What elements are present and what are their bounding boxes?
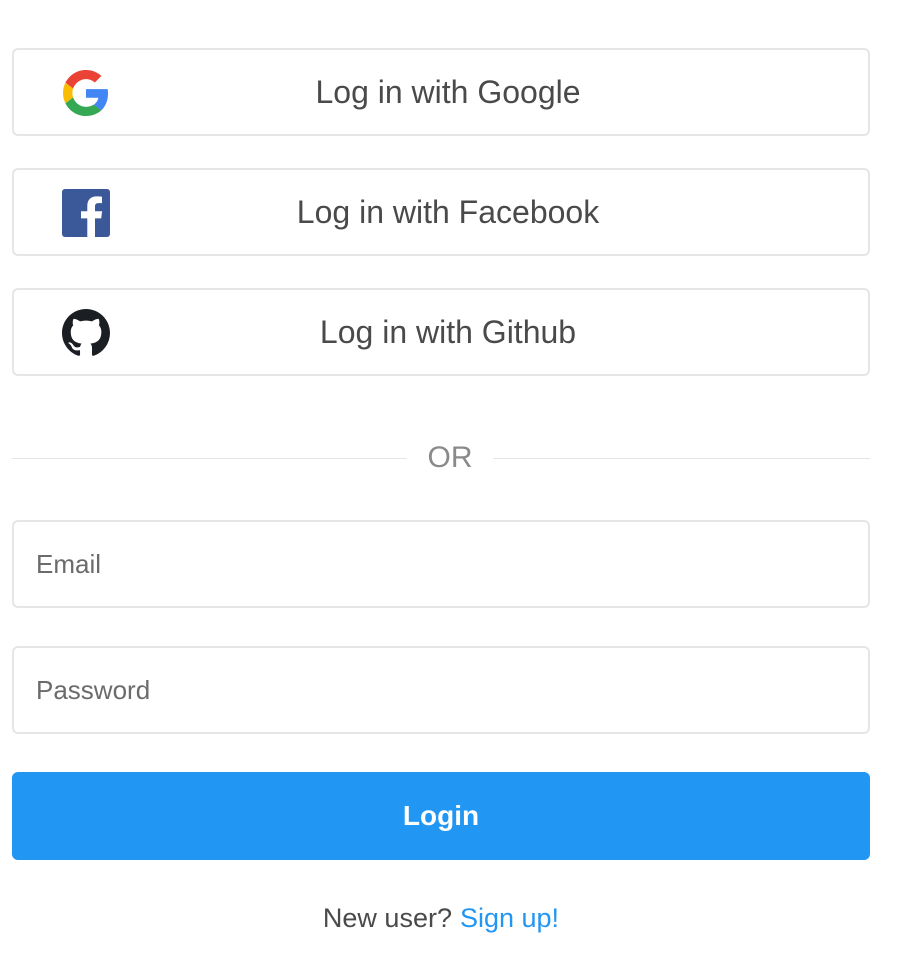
google-login-label: Log in with Google xyxy=(315,73,581,110)
email-field[interactable] xyxy=(14,522,868,606)
google-login-button[interactable]: Log in with Google xyxy=(12,48,870,136)
divider-line-right xyxy=(493,458,870,459)
password-field[interactable] xyxy=(14,648,868,732)
signup-prompt: New user? Sign up! xyxy=(12,896,870,940)
signup-link[interactable]: Sign up! xyxy=(460,903,559,934)
facebook-login-label: Log in with Facebook xyxy=(296,193,600,230)
or-divider: OR xyxy=(12,432,870,484)
new-user-text: New user? xyxy=(322,902,452,933)
or-divider-text: OR xyxy=(427,441,473,474)
divider-line-left xyxy=(12,458,407,459)
email-field-container xyxy=(12,520,870,608)
facebook-login-button[interactable]: Log in with Facebook xyxy=(12,168,870,256)
github-login-label: Log in with Github xyxy=(319,313,577,350)
password-field-container xyxy=(12,646,870,734)
login-button[interactable]: Login xyxy=(12,772,870,860)
github-login-button[interactable]: Log in with Github xyxy=(12,288,870,376)
